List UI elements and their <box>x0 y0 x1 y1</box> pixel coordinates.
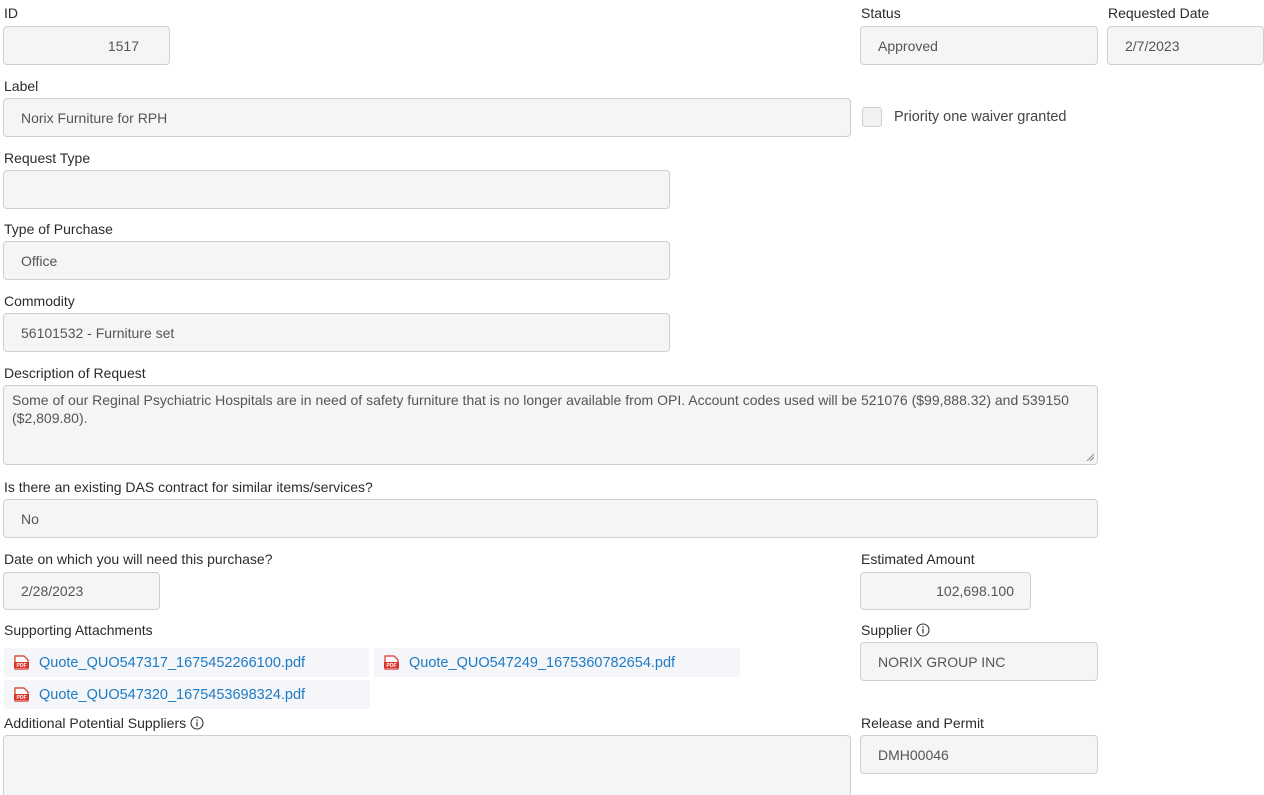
supplier-field[interactable]: NORIX GROUP INC <box>860 642 1098 681</box>
supporting-attachments-label: Supporting Attachments <box>4 622 153 638</box>
additional-suppliers-label: Additional Potential Suppliers <box>4 715 187 731</box>
supplier-label: Supplier <box>861 622 913 638</box>
release-permit-field[interactable]: DMH00046 <box>860 735 1098 774</box>
attachment-filename: Quote_QUO547317_1675452266100.pdf <box>39 654 306 671</box>
requested-date-field[interactable]: 2/7/2023 <box>1107 26 1264 65</box>
priority-waiver-label: Priority one waiver granted <box>894 109 1067 125</box>
description-text: Some of our Reginal Psychiatric Hospital… <box>12 392 1069 426</box>
description-textarea[interactable]: Some of our Reginal Psychiatric Hospital… <box>3 385 1098 465</box>
svg-text:PDF: PDF <box>17 663 27 669</box>
info-circle-icon[interactable] <box>916 623 930 637</box>
requested-date-label: Requested Date <box>1108 5 1210 21</box>
svg-text:PDF: PDF <box>17 695 27 701</box>
svg-text:PDF: PDF <box>387 663 397 669</box>
commodity-label: Commodity <box>4 293 75 309</box>
attachment-filename: Quote_QUO547320_1675453698324.pdf <box>39 686 306 703</box>
attachment-link[interactable]: PDF Quote_QUO547317_1675452266100.pdf <box>4 648 369 677</box>
pdf-file-icon: PDF <box>13 655 30 670</box>
type-of-purchase-field[interactable]: Office <box>3 241 670 280</box>
id-field[interactable]: 1517 <box>3 26 170 65</box>
attachment-link[interactable]: PDF Quote_QUO547320_1675453698324.pdf <box>4 680 370 709</box>
description-label: Description of Request <box>4 365 146 381</box>
estimated-amount-field[interactable]: 102,698.100 <box>860 572 1031 610</box>
type-of-purchase-label: Type of Purchase <box>4 221 113 237</box>
label-field[interactable]: Norix Furniture for RPH <box>3 98 851 137</box>
status-label: Status <box>861 5 901 21</box>
resize-handle-icon[interactable] <box>1086 453 1094 461</box>
commodity-field[interactable]: 56101532 - Furniture set <box>3 313 670 352</box>
pdf-file-icon: PDF <box>383 655 400 670</box>
id-label: ID <box>4 5 18 21</box>
pdf-file-icon: PDF <box>13 687 30 702</box>
das-contract-label: Is there an existing DAS contract for si… <box>4 479 373 495</box>
need-date-label: Date on which you will need this purchas… <box>4 551 273 567</box>
supplier-label-group: Supplier <box>861 621 930 639</box>
additional-suppliers-label-group: Additional Potential Suppliers <box>4 714 204 732</box>
info-circle-icon[interactable] <box>190 716 204 730</box>
release-permit-label: Release and Permit <box>861 715 984 731</box>
request-type-label: Request Type <box>4 150 91 166</box>
need-date-field[interactable]: 2/28/2023 <box>3 572 160 610</box>
status-field[interactable]: Approved <box>860 26 1098 65</box>
estimated-amount-label: Estimated Amount <box>861 551 975 567</box>
attachment-link[interactable]: PDF Quote_QUO547249_1675360782654.pdf <box>374 648 740 677</box>
priority-waiver-checkbox[interactable] <box>862 107 882 127</box>
das-contract-field[interactable]: No <box>3 499 1098 538</box>
attachment-filename: Quote_QUO547249_1675360782654.pdf <box>409 654 676 671</box>
label-label: Label <box>4 78 39 94</box>
request-type-field[interactable] <box>3 170 670 209</box>
additional-suppliers-textarea[interactable] <box>3 735 851 795</box>
